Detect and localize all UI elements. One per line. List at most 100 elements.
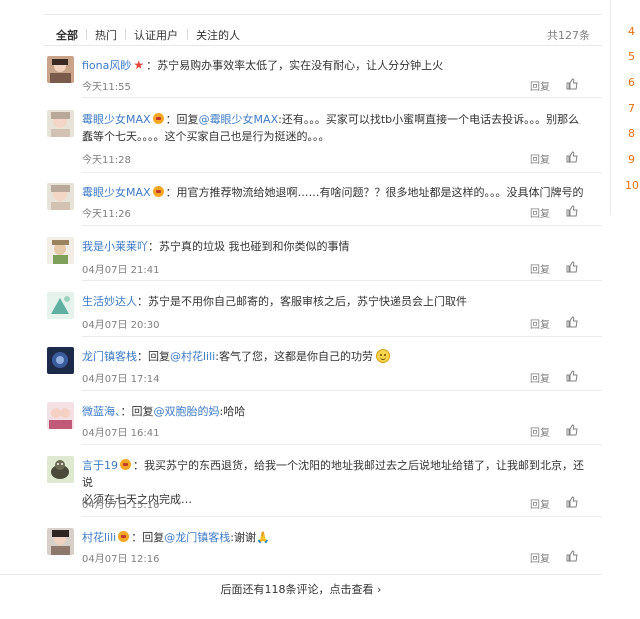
reply-prefix: ：回复 — [131, 531, 165, 544]
rank-number[interactable]: 9 — [628, 153, 635, 166]
mention-link[interactable]: @村花lili — [170, 350, 215, 363]
divider — [82, 390, 602, 391]
divider — [82, 444, 602, 445]
comment-body: 龙门镇客栈：回复@村花lili:客气了您，这都是你自己的功劳 — [82, 348, 590, 365]
crown-icon — [152, 113, 164, 124]
comment-username[interactable]: 霉眼少女MAX — [82, 186, 151, 199]
avatar[interactable] — [47, 110, 74, 137]
comment-panel: 全部 热门 认证用户 关注的人 共127条 fiona风眇 ★ ：苏宁易购办事效率太… — [0, 0, 602, 619]
divider — [82, 336, 602, 337]
reply-button[interactable]: 回复 — [530, 550, 550, 565]
comment-username[interactable]: 龙门镇客栈 — [82, 350, 137, 363]
tab-verified[interactable]: 认证用户 — [134, 27, 178, 43]
tab-separator — [125, 29, 126, 40]
comment-username[interactable]: 微蓝海、 — [82, 405, 121, 418]
tab-all[interactable]: 全部 — [56, 27, 78, 43]
tab-hot[interactable]: 热门 — [95, 27, 117, 43]
comment-time: 04月07日 12:16 — [82, 554, 160, 565]
divider — [44, 14, 602, 15]
avatar[interactable] — [47, 402, 74, 429]
comment-text: :还有。。。买家可以找tb小蜜啊直接一个电话去投诉。。。别那么 — [278, 113, 580, 126]
reply-button[interactable]: 回复 — [530, 205, 550, 220]
comment-text: ：苏宁易购办事效率太低了，实在没有耐心，让人分分钟上火 — [146, 59, 444, 72]
tab-separator — [86, 29, 87, 40]
rank-number[interactable]: 4 — [628, 25, 635, 38]
reply-button[interactable]: 回复 — [530, 151, 550, 166]
comment-time: 今天11:55 — [82, 82, 131, 93]
like-icon[interactable] — [566, 78, 578, 90]
pray-emoji-icon: 🙏 — [255, 531, 270, 544]
avatar[interactable] — [47, 528, 74, 555]
divider — [82, 97, 602, 98]
comment-text: ：苏宁是不用你自己邮寄的，客服审核之后，苏宁快递员会上门取件 — [137, 295, 467, 308]
side-ranking-column: 4 5 6 7 8 9 10 — [610, 0, 640, 215]
rank-number[interactable]: 5 — [628, 50, 635, 63]
comment-time: 04月07日 20:30 — [82, 320, 160, 331]
reply-prefix: ：回复 — [120, 405, 154, 418]
comment-username[interactable]: 我是小莱莱吖 — [82, 240, 148, 253]
comment-time: 04月07日 17:14 — [82, 374, 160, 385]
like-icon[interactable] — [566, 370, 578, 382]
comment-username[interactable]: 霉眼少女MAX — [82, 113, 151, 126]
comment-username[interactable]: 村花lili — [82, 531, 116, 544]
reply-button[interactable]: 回复 — [530, 370, 550, 385]
reply-button[interactable]: 回复 — [530, 261, 550, 276]
comment-text: ：苏宁真的垃圾 我也碰到和你类似的事情 — [148, 240, 350, 253]
reply-button[interactable]: 回复 — [530, 316, 550, 331]
comment-text: :谢谢 — [230, 531, 256, 544]
avatar[interactable] — [47, 347, 74, 374]
divider — [82, 172, 602, 173]
divider — [82, 280, 602, 281]
comment-text: :客气了您，这都是你自己的功劳 — [215, 350, 373, 363]
comment-text-cont: 蠢等个七天。。。。这个买家自己也是行为挺迷的。。。 — [82, 130, 330, 143]
reply-button[interactable]: 回复 — [530, 424, 550, 439]
comment-text: :哈哈 — [219, 405, 246, 418]
reply-prefix: ：回复 — [165, 113, 199, 126]
comment-body: 霉眼少女MAX ：回复@霉眼少女MAX:还有。。。买家可以找tb小蜜啊直接一个电话… — [82, 111, 590, 145]
chevron-right-icon: › — [377, 583, 382, 596]
avatar[interactable] — [47, 456, 74, 483]
comment-body: 微蓝海、：回复@双胞胎的妈:哈哈 — [82, 403, 590, 420]
crown-icon — [120, 459, 131, 470]
mention-link[interactable]: @龙门镇客栈 — [164, 531, 230, 544]
like-icon[interactable] — [566, 550, 578, 562]
rank-number[interactable]: 8 — [628, 127, 635, 140]
crown-icon — [152, 186, 164, 197]
load-more-label: 后面还有118条评论，点击查看 — [220, 583, 374, 596]
comment-username[interactable]: 言于19 — [82, 459, 118, 472]
comment-username[interactable]: fiona风眇 — [82, 59, 131, 72]
load-more-comments[interactable]: 后面还有118条评论，点击查看 › — [0, 578, 602, 604]
like-icon[interactable] — [566, 151, 578, 163]
divider — [82, 516, 602, 517]
divider — [82, 225, 602, 226]
comment-time: 今天11:26 — [82, 209, 131, 220]
avatar[interactable] — [47, 183, 74, 210]
star-icon: ★ — [133, 58, 145, 72]
comment-username[interactable]: 生活妙达人 — [82, 295, 137, 308]
reply-button[interactable]: 回复 — [530, 78, 550, 93]
comment-time: 04月07日 21:41 — [82, 265, 160, 276]
filter-bar: 全部 热门 认证用户 关注的人 共127条 — [44, 24, 590, 44]
reply-button[interactable]: 回复 — [530, 496, 550, 511]
comment-text: ：用官方推荐物流给她退啊……有啥问题？？很多地址都是这样的。。。没具体门牌号的 — [165, 186, 584, 199]
comment-body: 生活妙达人：苏宁是不用你自己邮寄的，客服审核之后，苏宁快递员会上门取件 — [82, 293, 590, 310]
tab-separator — [187, 29, 188, 40]
comment-time: 04月07日 15:10 — [82, 500, 160, 511]
comment-time: 今天11:28 — [82, 155, 131, 166]
mention-link[interactable]: @霉眼少女MAX — [199, 113, 279, 126]
like-icon[interactable] — [566, 261, 578, 273]
like-icon[interactable] — [566, 316, 578, 328]
avatar[interactable] — [47, 237, 74, 264]
like-icon[interactable] — [566, 424, 578, 436]
rank-number[interactable]: 10 — [625, 179, 639, 192]
avatar[interactable] — [47, 56, 74, 83]
rank-number[interactable]: 6 — [628, 76, 635, 89]
like-icon[interactable] — [566, 496, 578, 508]
tab-following[interactable]: 关注的人 — [196, 27, 240, 43]
mention-link[interactable]: @双胞胎的妈 — [154, 405, 220, 418]
rank-number[interactable]: 7 — [628, 102, 635, 115]
like-icon[interactable] — [566, 205, 578, 217]
avatar[interactable] — [47, 292, 74, 319]
comment-body: 我是小莱莱吖：苏宁真的垃圾 我也碰到和你类似的事情 — [82, 238, 590, 255]
comment-time: 04月07日 16:41 — [82, 428, 160, 439]
